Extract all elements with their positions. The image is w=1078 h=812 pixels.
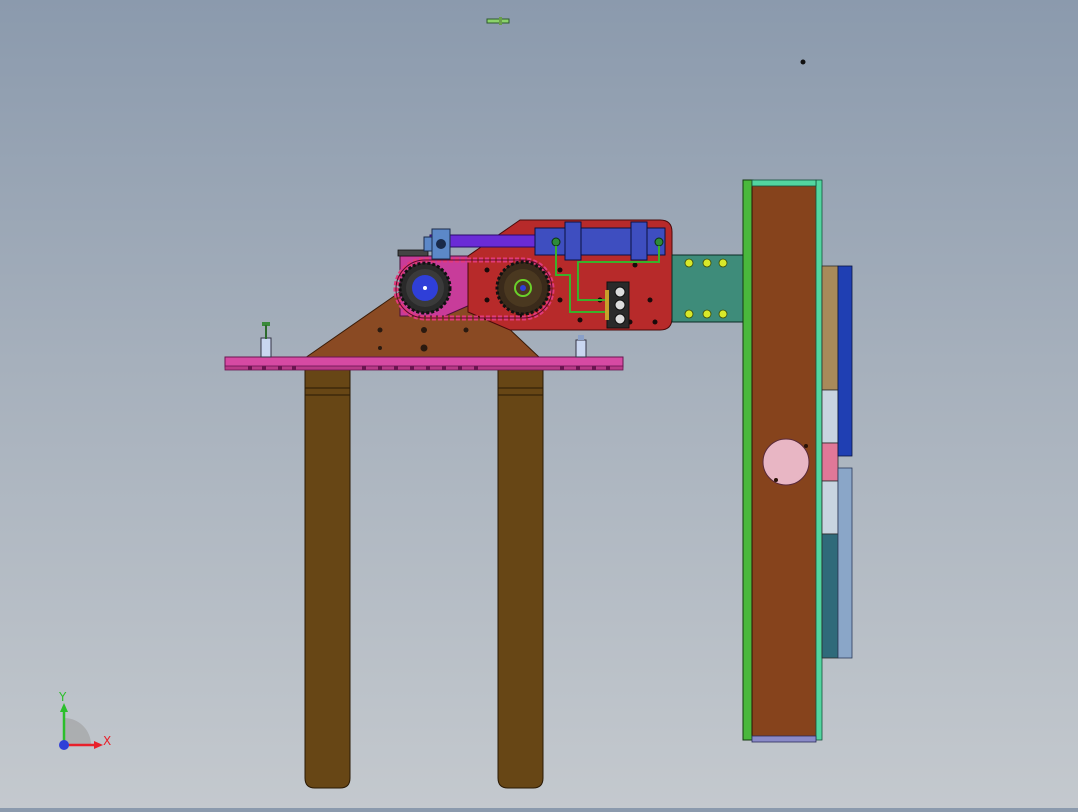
sensor-left[interactable] [260,322,272,358]
pink-disk[interactable] [762,438,810,486]
sensor-right[interactable] [575,335,587,358]
cad-viewport[interactable]: Y X [0,0,1078,808]
cad-model-canvas[interactable]: Y X [0,0,1078,808]
floating-pin-part[interactable] [486,17,510,25]
triad-y-label: Y [58,690,67,704]
valve-block[interactable] [605,281,630,329]
floating-point-part[interactable] [800,59,806,65]
sprocket-left[interactable] [398,261,452,315]
fork-tine-right[interactable] [497,359,544,789]
coordinate-triad-icon [59,703,103,750]
side-panels[interactable] [821,265,853,659]
sprocket-right[interactable] [495,260,551,316]
base-plate[interactable] [224,356,624,371]
pneumatic-cylinder[interactable] [534,221,666,261]
fork-tine-left[interactable] [304,359,351,789]
triad-x-label: X [103,734,111,748]
